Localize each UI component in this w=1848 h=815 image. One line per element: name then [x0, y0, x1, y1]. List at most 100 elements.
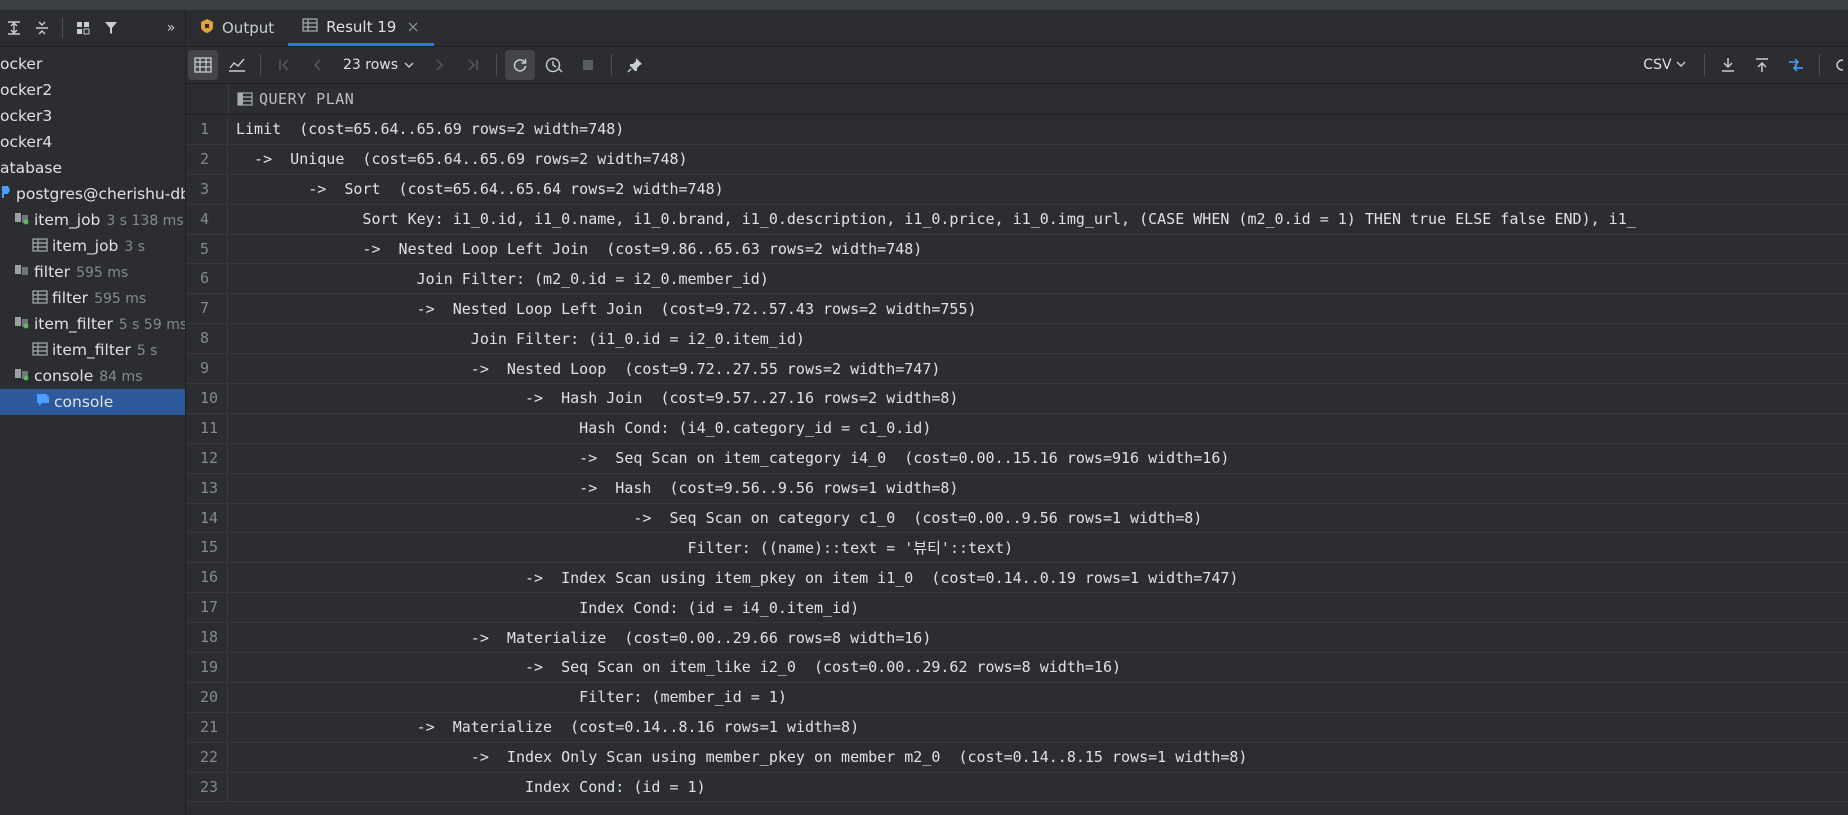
plan-cell[interactable]: Index Cond: (id = 1): [228, 778, 706, 796]
tree-item-database[interactable]: atabase: [0, 155, 185, 181]
table-row[interactable]: 17 Index Cond: (id = i4_0.item_id): [186, 593, 1848, 624]
tree-item-session-console[interactable]: console 84 ms: [0, 363, 185, 389]
chart-view-button[interactable]: [222, 50, 252, 80]
explorer-toolbar: »: [0, 10, 185, 47]
clock-icon: [545, 57, 563, 73]
plan-cell[interactable]: -> Unique (cost=65.64..65.69 rows=2 widt…: [228, 150, 688, 168]
filter-icon[interactable]: [97, 14, 125, 42]
tree-item-session-filter[interactable]: filter 595 ms: [0, 259, 185, 285]
result-tabs: Output Result 19 ×: [186, 10, 1848, 47]
tree-item-table-item-job[interactable]: item_job 3 s: [0, 233, 185, 259]
export-data-button[interactable]: [1713, 50, 1743, 80]
tab-output[interactable]: Output: [186, 10, 288, 46]
plan-cell[interactable]: -> Nested Loop Left Join (cost=9.72..57.…: [228, 300, 977, 318]
plan-cell[interactable]: -> Materialize (cost=0.14..8.16 rows=1 w…: [228, 718, 860, 736]
table-row[interactable]: 20 Filter: (member_id = 1): [186, 682, 1848, 713]
table-row[interactable]: 18 -> Materialize (cost=0.00..29.66 rows…: [186, 623, 1848, 654]
column-header-query-plan[interactable]: QUERY PLAN: [229, 90, 354, 108]
pin-tab-button[interactable]: [620, 50, 650, 80]
table-row[interactable]: 22 -> Index Only Scan using member_pkey …: [186, 742, 1848, 773]
plan-cell[interactable]: Filter: ((name)::text = '뷰티'::text): [228, 537, 1014, 558]
table-row[interactable]: 14 -> Seq Scan on category c1_0 (cost=0.…: [186, 503, 1848, 534]
plan-cell[interactable]: -> Index Scan using item_pkey on item i1…: [228, 569, 1238, 587]
group-icon[interactable]: [69, 14, 97, 42]
tree-item-label: item_filter: [34, 315, 113, 333]
prev-page-button[interactable]: [303, 50, 333, 80]
tree-item-session-item-job[interactable]: item_job 3 s 138 ms: [0, 207, 185, 233]
plan-cell[interactable]: -> Nested Loop Left Join (cost=9.86..65.…: [228, 240, 922, 258]
plan-cell[interactable]: -> Nested Loop (cost=9.72..27.55 rows=2 …: [228, 360, 941, 378]
collapse-all-icon[interactable]: [28, 14, 56, 42]
row-number: 18: [186, 623, 228, 653]
plan-cell[interactable]: Limit (cost=65.64..65.69 rows=2 width=74…: [228, 120, 624, 138]
export-format-selector[interactable]: CSV: [1643, 57, 1686, 73]
stop-button[interactable]: [573, 50, 603, 80]
toolbar-separator: [496, 54, 498, 76]
tree-item-docker2[interactable]: ocker2: [0, 77, 185, 103]
table-row[interactable]: 16 -> Index Scan using item_pkey on item…: [186, 563, 1848, 594]
tree-item-label: filter: [52, 289, 89, 307]
more-chevron-icon[interactable]: »: [157, 14, 185, 42]
tree-item-table-filter[interactable]: filter 595 ms: [0, 285, 185, 311]
table-row[interactable]: 4 Sort Key: i1_0.id, i1_0.name, i1_0.bra…: [186, 204, 1848, 235]
plan-cell[interactable]: Hash Cond: (i4_0.category_id = c1_0.id): [228, 419, 931, 437]
last-page-button[interactable]: [458, 50, 488, 80]
plan-cell[interactable]: Join Filter: (m2_0.id = i2_0.member_id): [228, 270, 769, 288]
table-row[interactable]: 23 Index Cond: (id = 1): [186, 772, 1848, 803]
plan-cell[interactable]: -> Hash Join (cost=9.57..27.16 rows=2 wi…: [228, 389, 958, 407]
tree-item-table-item-filter[interactable]: item_filter 5 s: [0, 337, 185, 363]
expand-all-icon[interactable]: [0, 14, 28, 42]
table-row[interactable]: 12 -> Seq Scan on item_category i4_0 (co…: [186, 443, 1848, 474]
table-row[interactable]: 19 -> Seq Scan on item_like i2_0 (cost=0…: [186, 653, 1848, 683]
reload-button[interactable]: [505, 50, 536, 80]
row-number: 19: [186, 653, 228, 682]
tree-item-console[interactable]: console: [0, 389, 185, 415]
table-row[interactable]: 6 Join Filter: (m2_0.id = i2_0.member_id…: [186, 264, 1848, 295]
plan-cell[interactable]: -> Seq Scan on item_category i4_0 (cost=…: [228, 449, 1229, 467]
table-row[interactable]: 13 -> Hash (cost=9.56..9.56 rows=1 width…: [186, 473, 1848, 504]
table-view-button[interactable]: [188, 50, 218, 80]
close-icon[interactable]: ×: [406, 17, 419, 36]
rows-count-selector[interactable]: 23 rows: [335, 57, 422, 73]
row-number: 5: [186, 234, 228, 264]
upload-icon: [1756, 58, 1768, 72]
tree-item-docker3[interactable]: ocker3: [0, 103, 185, 129]
row-number: 3: [186, 174, 228, 204]
table-row[interactable]: 5 -> Nested Loop Left Join (cost=9.86..6…: [186, 234, 1848, 265]
tab-result-19[interactable]: Result 19 ×: [288, 10, 434, 46]
compare-button[interactable]: [1781, 50, 1811, 80]
plan-cell[interactable]: -> Index Only Scan using member_pkey on …: [228, 748, 1248, 766]
table-row[interactable]: 7 -> Nested Loop Left Join (cost=9.72..5…: [186, 294, 1848, 325]
tree-item-datasource[interactable]: postgres@cherishu-db.c: [0, 181, 185, 207]
table-row[interactable]: 10 -> Hash Join (cost=9.57..27.16 rows=2…: [186, 384, 1848, 414]
plan-cell[interactable]: -> Hash (cost=9.56..9.56 rows=1 width=8): [228, 479, 958, 497]
row-number: 12: [186, 443, 228, 473]
plan-cell[interactable]: -> Sort (cost=65.64..65.64 rows=2 width=…: [228, 180, 723, 198]
table-row[interactable]: 1 Limit (cost=65.64..65.69 rows=2 width=7…: [186, 115, 1848, 145]
plan-cell[interactable]: Filter: (member_id = 1): [228, 688, 787, 706]
table-row[interactable]: 11 Hash Cond: (i4_0.category_id = c1_0.i…: [186, 413, 1848, 444]
tree-item-session-item-filter[interactable]: item_filter 5 s 59 ms: [0, 311, 185, 337]
plan-cell[interactable]: -> Materialize (cost=0.00..29.66 rows=8 …: [228, 629, 932, 647]
plan-cell[interactable]: Join Filter: (i1_0.id = i2_0.item_id): [228, 330, 805, 348]
next-page-button[interactable]: [424, 50, 454, 80]
table-row[interactable]: 2 -> Unique (cost=65.64..65.69 rows=2 wi…: [186, 144, 1848, 175]
table-row[interactable]: 21 -> Materialize (cost=0.14..8.16 rows=…: [186, 712, 1848, 743]
plan-cell[interactable]: Index Cond: (id = i4_0.item_id): [228, 599, 859, 617]
plan-cell[interactable]: Sort Key: i1_0.id, i1_0.name, i1_0.brand…: [228, 210, 1635, 228]
session-icon: [14, 364, 30, 390]
plan-cell[interactable]: -> Seq Scan on category c1_0 (cost=0.00.…: [228, 509, 1202, 527]
view-options-icon[interactable]: [1828, 50, 1846, 80]
table-row[interactable]: 15 Filter: ((name)::text = '뷰티'::text): [186, 533, 1848, 564]
tree-item-label: console: [34, 367, 94, 385]
first-page-button[interactable]: [269, 50, 299, 80]
tree-item-docker[interactable]: ocker: [0, 51, 185, 77]
explorer-tree: ocker ocker2 ocker3 ocker4 atabase postg…: [0, 51, 185, 415]
table-row[interactable]: 8 Join Filter: (i1_0.id = i2_0.item_id): [186, 324, 1848, 355]
plan-cell[interactable]: -> Seq Scan on item_like i2_0 (cost=0.00…: [228, 658, 1121, 676]
tree-item-docker4[interactable]: ocker4: [0, 129, 185, 155]
import-data-button[interactable]: [1747, 50, 1777, 80]
auto-refresh-button[interactable]: [539, 50, 569, 80]
table-row[interactable]: 3 -> Sort (cost=65.64..65.64 rows=2 widt…: [186, 174, 1848, 205]
table-row[interactable]: 9 -> Nested Loop (cost=9.72..27.55 rows=…: [186, 354, 1848, 385]
